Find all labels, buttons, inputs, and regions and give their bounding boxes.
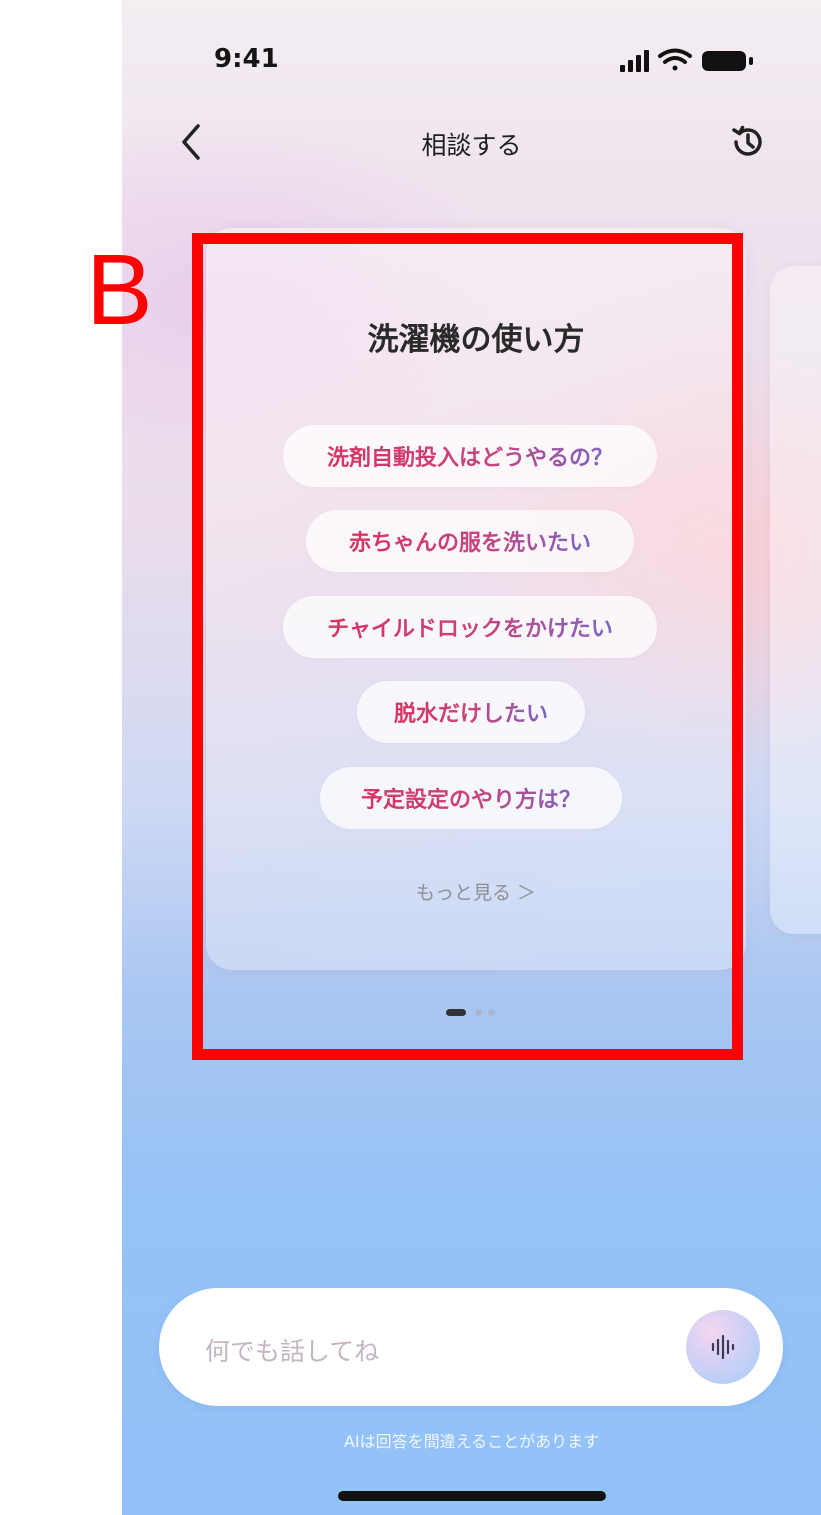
chat-input-bar[interactable]: 何でも話してね (159, 1288, 783, 1406)
status-time: 9:41 (214, 44, 279, 74)
chat-input-placeholder[interactable]: 何でも話してね (205, 1332, 379, 1368)
voice-input-button[interactable] (686, 1310, 760, 1384)
waveform-icon (711, 1334, 735, 1360)
ai-disclaimer: AIは回答を間違えることがあります (343, 1432, 600, 1451)
wifi-icon (658, 48, 692, 71)
annotation-label: B (86, 234, 153, 346)
battery-icon (702, 51, 753, 71)
page-title: 相談する (421, 131, 522, 160)
annotation-box (192, 233, 743, 1060)
home-indicator (338, 1491, 606, 1501)
history-icon[interactable] (728, 122, 768, 162)
next-suggestion-card[interactable] (770, 266, 821, 934)
signal-icon (620, 50, 649, 72)
status-icons (620, 48, 753, 72)
